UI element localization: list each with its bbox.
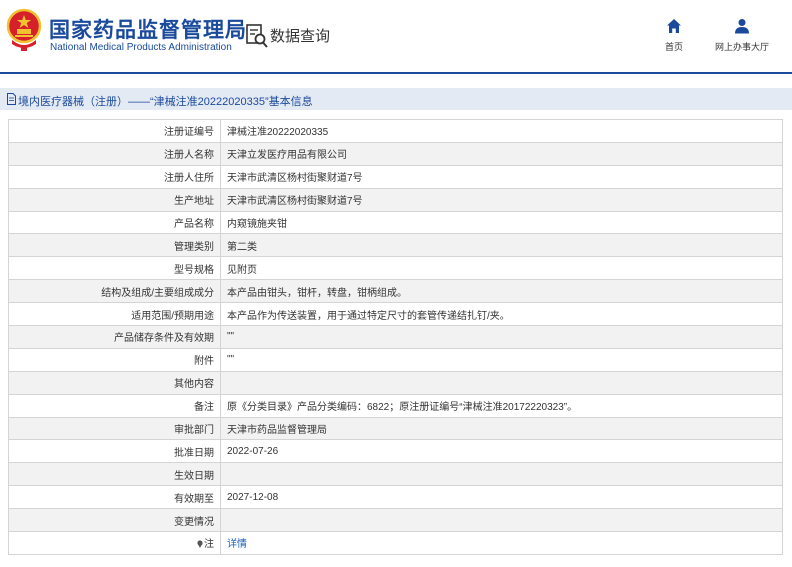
field-label: 注册人住所: [8, 164, 221, 189]
pin-icon: [197, 540, 203, 549]
table-row: 变更情况: [8, 508, 783, 533]
field-value: [220, 462, 783, 487]
table-row: 生效日期: [8, 462, 783, 487]
table-row: 注 详情: [8, 531, 783, 555]
field-label: 批准日期: [8, 439, 221, 464]
field-label: 生产地址: [8, 187, 221, 212]
details-link[interactable]: 详情: [227, 539, 247, 550]
table-row: 产品名称 内窥镜施夹钳: [8, 210, 783, 235]
table-row: 有效期至 2027-12-08: [8, 485, 783, 510]
note-label-cell: 注: [8, 531, 221, 555]
note-value-cell: 详情: [220, 531, 783, 555]
field-label: 注册证编号: [8, 119, 221, 143]
nav-home[interactable]: 首页: [658, 18, 690, 53]
field-label: 结构及组成/主要组成成分: [8, 279, 221, 304]
field-label: 变更情况: [8, 508, 221, 533]
field-value: 天津市武清区杨村街聚财道7号: [220, 187, 783, 212]
agency-name-cn: 国家药品监督管理局: [49, 19, 247, 42]
field-value: 第二类: [220, 233, 783, 258]
field-label: 其他内容: [8, 370, 221, 395]
table-row: 审批部门 天津市药品监督管理局: [8, 416, 783, 441]
field-value: "": [220, 325, 783, 349]
field-value: 天津市药品监督管理局: [220, 416, 783, 441]
data-query-icon: [246, 24, 268, 48]
field-value: [220, 370, 783, 395]
table-row: 型号规格 见附页: [8, 256, 783, 281]
national-emblem-icon: [6, 8, 42, 51]
table-row: 注册人住所 天津市武清区杨村街聚财道7号: [8, 164, 783, 189]
header-divider: [0, 72, 792, 74]
registration-info-table: 注册证编号 津械注准20222020335 注册人名称 天津立发医疗用品有限公司 注册人…: [8, 119, 783, 555]
field-label: 有效期至: [8, 485, 221, 510]
table-row: 生产地址 天津市武清区杨村街聚财道7号: [8, 187, 783, 212]
table-row: 管理类别 第二类: [8, 233, 783, 258]
table-row: 结构及组成/主要组成成分 本产品由钳头，钳杆，转盘，钳柄组成。: [8, 279, 783, 304]
field-label: 审批部门: [8, 416, 221, 441]
table-row: 批准日期 2022-07-26: [8, 439, 783, 464]
field-label: 管理类别: [8, 233, 221, 258]
table-row: 注册证编号 津械注准20222020335: [8, 119, 783, 143]
field-value: 本产品由钳头，钳杆，转盘，钳柄组成。: [220, 279, 783, 304]
field-label: 适用范围/预期用途: [8, 302, 221, 327]
site-header: 国家药品监督管理局 National Medical Products Admi…: [0, 0, 792, 72]
record-title-bar: 境内医疗器械（注册）——“津械注准20222020335”基本信息: [0, 88, 792, 110]
field-label: 产品名称: [8, 210, 221, 235]
field-label: 备注: [8, 393, 221, 418]
field-value: 天津市武清区杨村街聚财道7号: [220, 164, 783, 189]
field-value: 天津立发医疗用品有限公司: [220, 141, 783, 166]
field-value: 原《分类目录》产品分类编码：6822；原注册证编号“津械注准2017222032…: [220, 393, 783, 418]
field-value: [220, 508, 783, 533]
table-row: 备注 原《分类目录》产品分类编码：6822；原注册证编号“津械注准20172220…: [8, 393, 783, 418]
field-label: 生效日期: [8, 462, 221, 487]
nav-online-office[interactable]: 网上办事大厅: [710, 18, 774, 53]
home-icon: [667, 19, 681, 33]
table-row: 适用范围/预期用途 本产品作为传送装置，用于通过特定尺寸的套管传递结扎钉/夹。: [8, 302, 783, 327]
nav-online-office-label: 网上办事大厅: [714, 42, 769, 52]
record-title: 境内医疗器械（注册）——“津械注准20222020335”基本信息: [18, 96, 313, 108]
field-value: 本产品作为传送装置，用于通过特定尺寸的套管传递结扎钉/夹。: [220, 302, 783, 327]
document-icon: [7, 93, 16, 105]
field-value: 津械注准20222020335: [220, 119, 783, 143]
note-label: 注: [204, 539, 214, 551]
user-icon: [735, 19, 749, 34]
table-row: 产品储存条件及有效期 "": [8, 325, 783, 349]
field-value: "": [220, 347, 783, 372]
agency-name-en: National Medical Products Administration: [50, 42, 232, 53]
nav-home-label: 首页: [664, 42, 683, 52]
table-row: 附件 "": [8, 347, 783, 372]
field-value: 2022-07-26: [220, 439, 783, 464]
field-label: 注册人名称: [8, 141, 221, 166]
field-label: 型号规格: [8, 256, 221, 281]
field-label: 产品储存条件及有效期: [8, 325, 221, 349]
field-label: 附件: [8, 347, 221, 372]
table-row: 其他内容: [8, 370, 783, 395]
section-title: 数据查询: [270, 28, 331, 45]
table-row: 注册人名称 天津立发医疗用品有限公司: [8, 141, 783, 166]
field-value: 内窥镜施夹钳: [220, 210, 783, 235]
field-value: 2027-12-08: [220, 485, 783, 510]
field-value: 见附页: [220, 256, 783, 281]
